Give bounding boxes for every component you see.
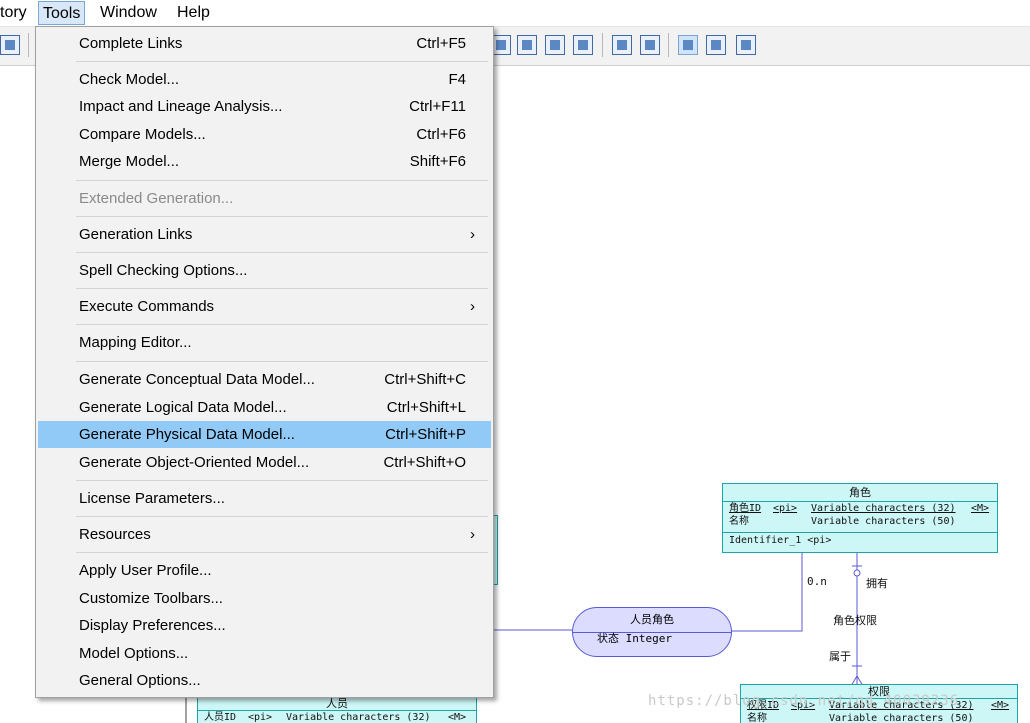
association-attribute: 状态 Integer (597, 632, 672, 645)
menu-item-merge-model[interactable]: Merge Model... Shift+F6 (38, 148, 491, 175)
menu-item-shortcut: Ctrl+F5 (416, 35, 466, 52)
attr-type: Variable characters (50) (811, 516, 956, 527)
role-label-owns: 拥有 (866, 577, 888, 590)
menu-item-shortcut: Ctrl+Shift+P (385, 426, 466, 443)
menu-item-display-preferences[interactable]: Display Preferences... (38, 612, 491, 639)
menu-separator (76, 252, 488, 253)
menu-item-label: Generate Logical Data Model... (79, 399, 287, 416)
tools-menu: Complete Links Ctrl+F5 Check Model... F4… (35, 26, 494, 698)
menu-item-label: Complete Links (79, 35, 183, 52)
menu-item-label: General Options... (79, 672, 201, 689)
menu-item-label: Resources (79, 526, 151, 543)
menu-item-complete-links[interactable]: Complete Links Ctrl+F5 (38, 30, 491, 57)
menu-separator (76, 516, 488, 517)
menu-item-label: Generation Links (79, 226, 193, 243)
menu-item-label: License Parameters... (79, 490, 225, 507)
association-title: 人员角色 (630, 613, 674, 626)
menu-item-mapping-editor[interactable]: Mapping Editor... (38, 329, 491, 356)
menu-item-execute-commands[interactable]: Execute Commands › (38, 293, 491, 320)
relationship-name: 角色权限 (833, 614, 877, 627)
menu-item-label: Apply User Profile... (79, 562, 212, 579)
menu-item-shortcut: Ctrl+Shift+L (386, 399, 466, 416)
menu-item-label: Compare Models... (79, 126, 206, 143)
menu-item-general-options[interactable]: General Options... (38, 667, 491, 694)
menu-separator (76, 361, 488, 362)
entity-person[interactable]: 人员 人员ID <pi> Variable characters (32) <M… (197, 696, 477, 723)
menu-item-label: Extended Generation... (79, 190, 234, 207)
menu-item-check-model[interactable]: Check Model... F4 (38, 66, 491, 93)
role-label-belongs: 属于 (829, 650, 851, 663)
menu-item-label: Generate Object-Oriented Model... (79, 454, 310, 471)
attr-name: 人员ID (204, 712, 237, 723)
menu-item-label: Mapping Editor... (79, 334, 192, 351)
menu-item-shortcut: Ctrl+Shift+C (384, 371, 466, 388)
attr-flag: <M> (448, 712, 467, 723)
attr-flag: <M> (991, 700, 1010, 711)
attr-flag: <M> (971, 503, 990, 514)
menu-item-impact-lineage[interactable]: Impact and Lineage Analysis... Ctrl+F11 (38, 93, 491, 120)
menu-item-shortcut: Ctrl+F11 (409, 98, 466, 115)
menu-separator (76, 324, 488, 325)
menu-item-generate-cdm[interactable]: Generate Conceptual Data Model... Ctrl+S… (38, 366, 491, 393)
menu-item-shortcut: F4 (448, 71, 466, 88)
entity-attribute-row: 角色ID <pi> Variable characters (32) <M> (723, 502, 997, 515)
menu-item-license-parameters[interactable]: License Parameters... (38, 485, 491, 512)
watermark: https://blog.csdn.net/qq_40039236 (648, 693, 960, 709)
entity-title: 角色 (723, 484, 997, 502)
entity-role[interactable]: 角色 角色ID <pi> Variable characters (32) <M… (722, 483, 998, 553)
entity-attribute-row: 人员ID <pi> Variable characters (32) <M> (198, 711, 476, 723)
menu-item-customize-toolbars[interactable]: Customize Toolbars... (38, 585, 491, 612)
entity-identifier: Identifier_1 <pi> (723, 532, 997, 548)
menu-item-compare-models[interactable]: Compare Models... Ctrl+F6 (38, 121, 491, 148)
menu-separator (76, 216, 488, 217)
menu-separator (76, 288, 488, 289)
menu-item-label: Generate Physical Data Model... (79, 426, 295, 443)
link-role-assoc (732, 552, 803, 632)
menu-item-generate-oom[interactable]: Generate Object-Oriented Model... Ctrl+S… (38, 449, 491, 476)
attr-type: Variable characters (32) (286, 712, 431, 723)
entity-attribute-row: 名称 Variable characters (50) (741, 712, 1017, 723)
menu-item-label: Execute Commands (79, 298, 215, 315)
menu-item-label: Merge Model... (79, 153, 180, 170)
attr-name: 名称 (747, 713, 767, 723)
submenu-arrow-icon: › (470, 526, 475, 543)
menu-item-label: Spell Checking Options... (79, 262, 248, 279)
menu-item-generation-links[interactable]: Generation Links › (38, 221, 491, 248)
menu-item-shortcut: Ctrl+Shift+O (383, 454, 466, 471)
menu-item-label: Impact and Lineage Analysis... (79, 98, 283, 115)
entity-title: 人员 (198, 697, 476, 711)
menu-item-shortcut: Shift+F6 (409, 153, 466, 170)
menu-item-generate-ldm[interactable]: Generate Logical Data Model... Ctrl+Shif… (38, 394, 491, 421)
attr-name: 角色ID (729, 503, 762, 514)
cardinality-circle (853, 569, 861, 577)
association-person-role[interactable]: 人员角色 状态 Integer (572, 607, 732, 657)
menu-item-label: Generate Conceptual Data Model... (79, 371, 315, 388)
cardinality-label: 0.n (807, 575, 827, 588)
menu-item-label: Customize Toolbars... (79, 590, 223, 607)
menu-separator (76, 480, 488, 481)
menu-item-extended-generation: Extended Generation... (38, 185, 491, 212)
menu-item-shortcut: Ctrl+F6 (416, 126, 466, 143)
menu-item-label: Display Preferences... (79, 617, 226, 634)
menu-separator (76, 180, 488, 181)
entity-attribute-row: 名称 Variable characters (50) (723, 515, 997, 528)
submenu-arrow-icon: › (470, 226, 475, 243)
menu-item-model-options[interactable]: Model Options... (38, 640, 491, 667)
attr-tag: <pi> (248, 712, 273, 723)
menu-item-label: Check Model... (79, 71, 180, 88)
attr-type: Variable characters (50) (829, 713, 974, 723)
attr-type: Variable characters (32) (811, 503, 956, 514)
menu-item-resources[interactable]: Resources › (38, 521, 491, 548)
menu-separator (76, 552, 488, 553)
menu-item-spell-checking[interactable]: Spell Checking Options... (38, 257, 491, 284)
attr-tag: <pi> (773, 503, 798, 514)
menu-item-label: Model Options... (79, 645, 189, 662)
menu-item-generate-pdm[interactable]: Generate Physical Data Model... Ctrl+Shi… (38, 421, 491, 448)
menu-separator (76, 61, 488, 62)
submenu-arrow-icon: › (470, 298, 475, 315)
attr-name: 名称 (729, 516, 749, 527)
menu-item-apply-user-profile[interactable]: Apply User Profile... (38, 557, 491, 584)
